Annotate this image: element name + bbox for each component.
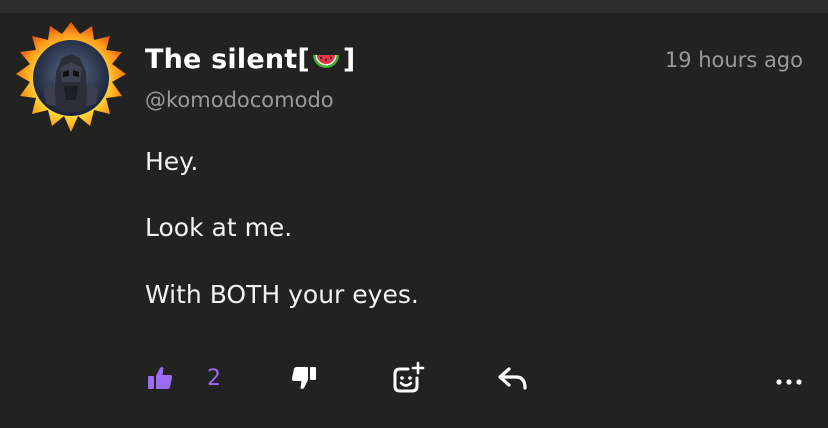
avatar[interactable] <box>14 20 128 134</box>
reply-button[interactable] <box>496 360 530 400</box>
thumbs-up-icon <box>146 365 174 395</box>
like-count: 2 <box>207 366 221 391</box>
thumbs-down-icon <box>290 365 318 395</box>
reply-icon <box>498 366 528 394</box>
author-name-text: The silent[ <box>145 44 310 75</box>
author-name-suffix: ] <box>342 44 356 75</box>
post-actions: 2 <box>0 360 828 400</box>
post-timestamp[interactable]: 19 hours ago <box>665 48 803 72</box>
post-text-line: Look at me. <box>145 213 293 242</box>
more-options-icon <box>775 371 803 390</box>
post-text-line: Hey. <box>145 147 199 176</box>
author-handle[interactable]: @komodocomodo <box>145 88 334 112</box>
author-name[interactable]: The silent[ ] <box>145 44 355 75</box>
add-reaction-icon <box>391 361 425 399</box>
dislike-button[interactable] <box>288 360 320 400</box>
post-text-line: With BOTH your eyes. <box>145 280 419 309</box>
top-bar <box>0 0 828 13</box>
add-reaction-button[interactable] <box>390 360 426 400</box>
like-button[interactable] <box>144 360 176 400</box>
watermelon-icon <box>311 47 341 73</box>
more-options-button[interactable] <box>772 360 806 400</box>
